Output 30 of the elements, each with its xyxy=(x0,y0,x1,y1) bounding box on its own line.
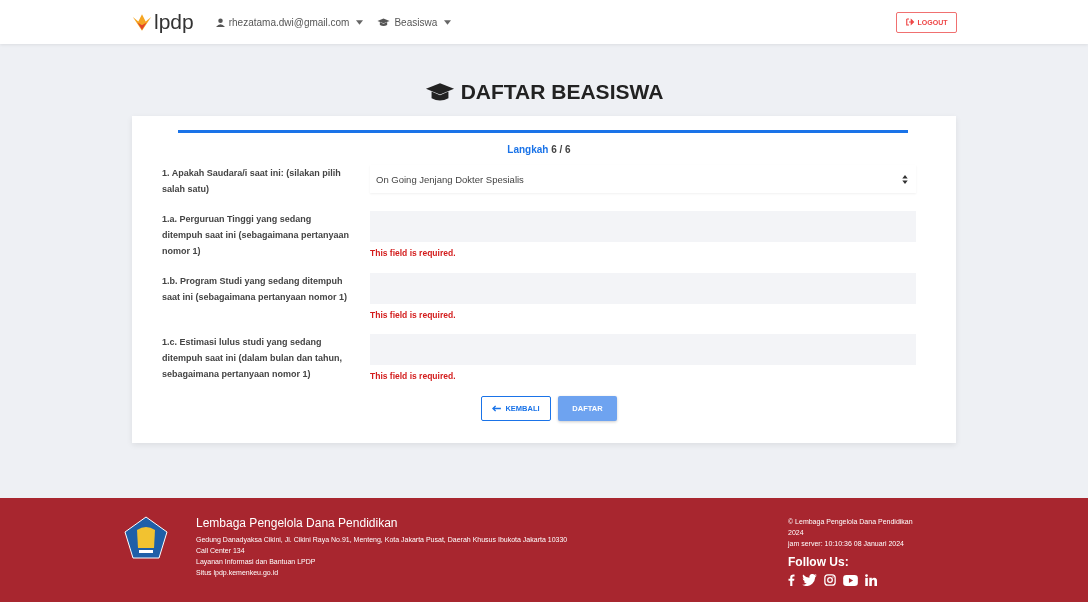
organization-name: Lembaga Pengelola Dana Pendidikan xyxy=(196,516,399,530)
flame-logo-icon xyxy=(131,12,153,32)
brand-name[interactable]: lpdp xyxy=(154,10,194,34)
linkedin-icon[interactable] xyxy=(865,574,877,586)
field-label: 1. Apakah Saudara/i saat ini: (silakan pilih salah satu) xyxy=(162,167,342,196)
field-label: 1.a. Perguruan Tinggi yang sedang ditempuh saat ini (sebagaimana pertanyaan nomor 1) xyxy=(162,213,350,258)
sort-arrows-icon xyxy=(902,174,908,184)
select-field[interactable]: On Going Jenjang Dokter Spesialis xyxy=(370,165,916,193)
error-message: This field is required. xyxy=(370,371,457,381)
error-message: This field is required. xyxy=(370,248,457,258)
follow-title: Follow Us: xyxy=(788,555,850,569)
field-label: 1.c. Estimasi lulus studi yang sedang ditempuh saat ini (dalam bulan dan tahun, sebagaimana pertanyaan nomor 1) xyxy=(162,336,343,381)
graduation-cap-icon xyxy=(377,17,391,27)
field-label: 1.b. Program Studi yang sedang ditempuh saat ini (sebagaimana pertanyaan nomor 1) xyxy=(162,275,349,304)
caret-icon xyxy=(444,19,452,25)
video-play-icon[interactable] xyxy=(843,574,858,586)
emblem-icon xyxy=(124,516,168,560)
user-menu[interactable]: rhezatama.dwi@gmail.com xyxy=(215,16,364,28)
instagram-icon[interactable] xyxy=(824,574,836,586)
sign-out-icon xyxy=(905,18,915,26)
arrow-left-icon xyxy=(492,405,502,412)
page-title: DAFTAR BEASISWA xyxy=(0,78,1088,106)
facebook-icon[interactable] xyxy=(788,574,795,586)
user-icon xyxy=(215,17,225,27)
step-indicator: Langkah 6 / 6 xyxy=(506,144,572,155)
program-menu[interactable]: Beasiswa xyxy=(377,16,452,28)
twitter-icon[interactable] xyxy=(802,574,817,586)
graduation-cap-icon xyxy=(424,81,455,103)
caret-icon xyxy=(356,19,364,25)
error-message: This field is required. xyxy=(370,310,457,320)
